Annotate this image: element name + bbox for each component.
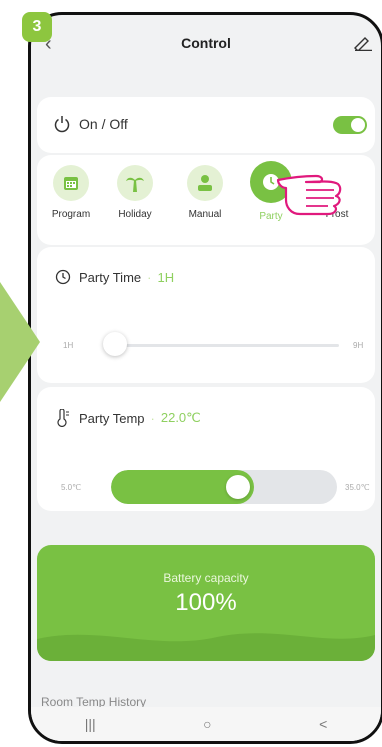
battery-wave xyxy=(37,633,375,661)
party-time-min: 1H xyxy=(63,341,74,350)
battery-value: 100% xyxy=(175,589,237,616)
party-temp-thumb[interactable] xyxy=(225,475,250,499)
mode-label: Holiday xyxy=(118,209,152,220)
party-temp-track[interactable] xyxy=(111,470,337,504)
mode-label: Program xyxy=(51,209,91,220)
pencil-icon[interactable] xyxy=(353,35,373,51)
calendar-icon xyxy=(53,165,89,201)
system-navbar: ||| ○ < xyxy=(31,707,381,741)
power-icon xyxy=(54,116,70,133)
party-time-value: 1H xyxy=(157,269,175,285)
palm-tree-icon xyxy=(117,165,153,201)
mode-holiday[interactable]: Holiday xyxy=(107,165,163,220)
party-temp-min: 5.0℃ xyxy=(61,483,82,492)
battery-card: Battery capacity 100% xyxy=(37,545,375,661)
separator-dot: · xyxy=(147,269,152,285)
mode-program[interactable]: Program xyxy=(43,165,99,220)
nav-back-icon[interactable]: < xyxy=(319,716,327,732)
party-time-max: 9H xyxy=(353,341,364,350)
app-header: ‹ Control xyxy=(31,15,381,71)
step-badge: 3 xyxy=(22,12,52,42)
mode-label: Manual xyxy=(188,209,222,220)
pointing-hand-icon xyxy=(276,174,342,216)
party-time-card: Party Time · 1H 1H 9H xyxy=(37,247,375,383)
power-toggle[interactable] xyxy=(333,116,367,134)
party-temp-max: 35.0℃ xyxy=(345,483,370,492)
party-temp-label: Party Temp xyxy=(79,410,145,426)
clock-outline-icon xyxy=(55,269,71,285)
toggle-knob xyxy=(351,118,365,132)
party-temp-title: Party Temp · 22.0℃ xyxy=(55,409,201,427)
party-time-thumb[interactable] xyxy=(103,332,127,356)
recent-apps-icon[interactable]: ||| xyxy=(85,716,96,732)
power-card: On / Off xyxy=(37,97,375,153)
party-time-title: Party Time · 1H xyxy=(55,269,174,285)
home-icon[interactable]: ○ xyxy=(203,716,211,732)
phone-frame: ‹ Control On / Off Program Holiday Manua… xyxy=(28,12,382,744)
mode-manual[interactable]: Manual xyxy=(177,165,233,220)
page-title: Control xyxy=(181,35,231,51)
party-temp-value: 22.0℃ xyxy=(160,410,201,425)
party-temp-card: Party Temp · 22.0℃ 5.0℃ 35.0℃ xyxy=(37,387,375,511)
power-label: On / Off xyxy=(79,116,128,132)
person-icon xyxy=(187,165,223,201)
thermometer-icon xyxy=(57,409,69,427)
party-time-label: Party Time xyxy=(79,269,142,285)
pointer-triangle xyxy=(0,282,40,402)
separator-dot: · xyxy=(150,410,155,426)
party-time-track[interactable] xyxy=(111,344,339,347)
battery-label: Battery capacity xyxy=(163,571,249,585)
